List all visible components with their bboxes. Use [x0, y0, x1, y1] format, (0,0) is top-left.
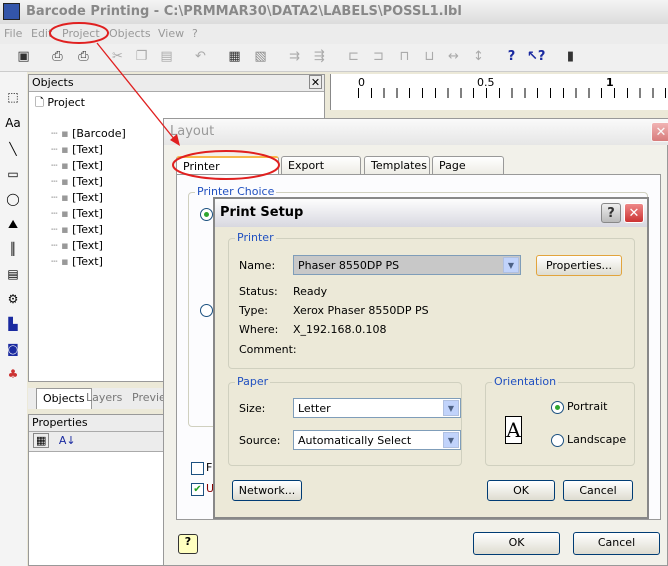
annotation-arrow — [96, 42, 176, 141]
annotation-overlay — [49, 22, 280, 180]
annotation-ellipse-printer-selection — [172, 150, 280, 180]
annotation-ellipse-project — [49, 22, 109, 44]
